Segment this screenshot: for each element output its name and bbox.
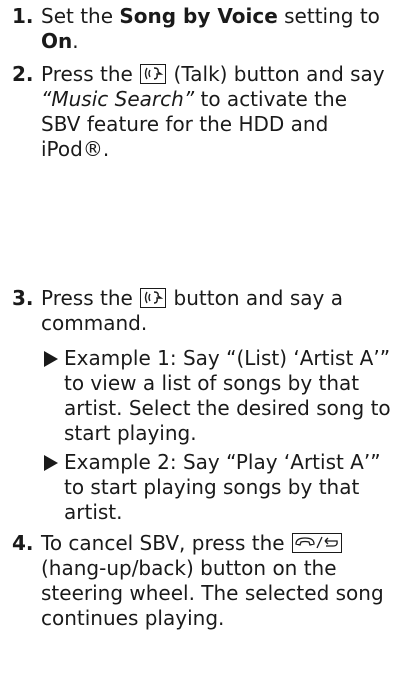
triangle-bullet-icon xyxy=(44,455,58,471)
step-text: Set the Song by Voice setting to On. xyxy=(41,4,392,54)
talk-button-icon xyxy=(140,64,167,84)
example-text: Example 2: Say “Play ‘Artist A’” to star… xyxy=(64,450,381,524)
step-4: 4. To cancel SBV, press the (hang-up/bac… xyxy=(12,531,392,631)
step-number: 2. xyxy=(12,62,34,86)
step-3: 3. Press the button and say a command. xyxy=(12,286,392,336)
text: . xyxy=(72,29,79,53)
step-text: To cancel SBV, press the (hang-up/back) … xyxy=(41,531,392,631)
example-2: Example 2: Say “Play ‘Artist A’” to star… xyxy=(44,450,394,525)
text: setting to xyxy=(277,4,380,28)
step-text: Press the button and say a command. xyxy=(41,286,392,336)
example-text: Example 1: Say “(List) ‘Artist A’” to vi… xyxy=(64,346,391,445)
voice-command: “Music Search” xyxy=(41,87,195,111)
step-text: Press the (Talk) button and say “Music S… xyxy=(41,62,392,162)
step-number: 1. xyxy=(12,4,34,28)
step-number: 4. xyxy=(12,531,34,555)
text: (Talk) button and say xyxy=(167,62,385,86)
triangle-bullet-icon xyxy=(44,351,58,367)
text: To cancel SBV, press the xyxy=(41,531,291,555)
step-number: 3. xyxy=(12,286,34,310)
setting-name: Song by Voice xyxy=(119,4,278,28)
example-1: Example 1: Say “(List) ‘Artist A’” to vi… xyxy=(44,346,394,446)
step-2: 2. Press the (Talk) button and say “Musi… xyxy=(12,62,392,162)
text: (hang-up/back) button on the steering wh… xyxy=(41,556,384,630)
step-1: 1. Set the Song by Voice setting to On. xyxy=(12,4,392,54)
talk-button-icon xyxy=(140,288,167,308)
hang-up-back-button-icon xyxy=(291,533,342,553)
text: Press the xyxy=(41,62,140,86)
text: Set the xyxy=(41,4,120,28)
text: Press the xyxy=(41,286,140,310)
setting-value: On xyxy=(41,29,73,53)
